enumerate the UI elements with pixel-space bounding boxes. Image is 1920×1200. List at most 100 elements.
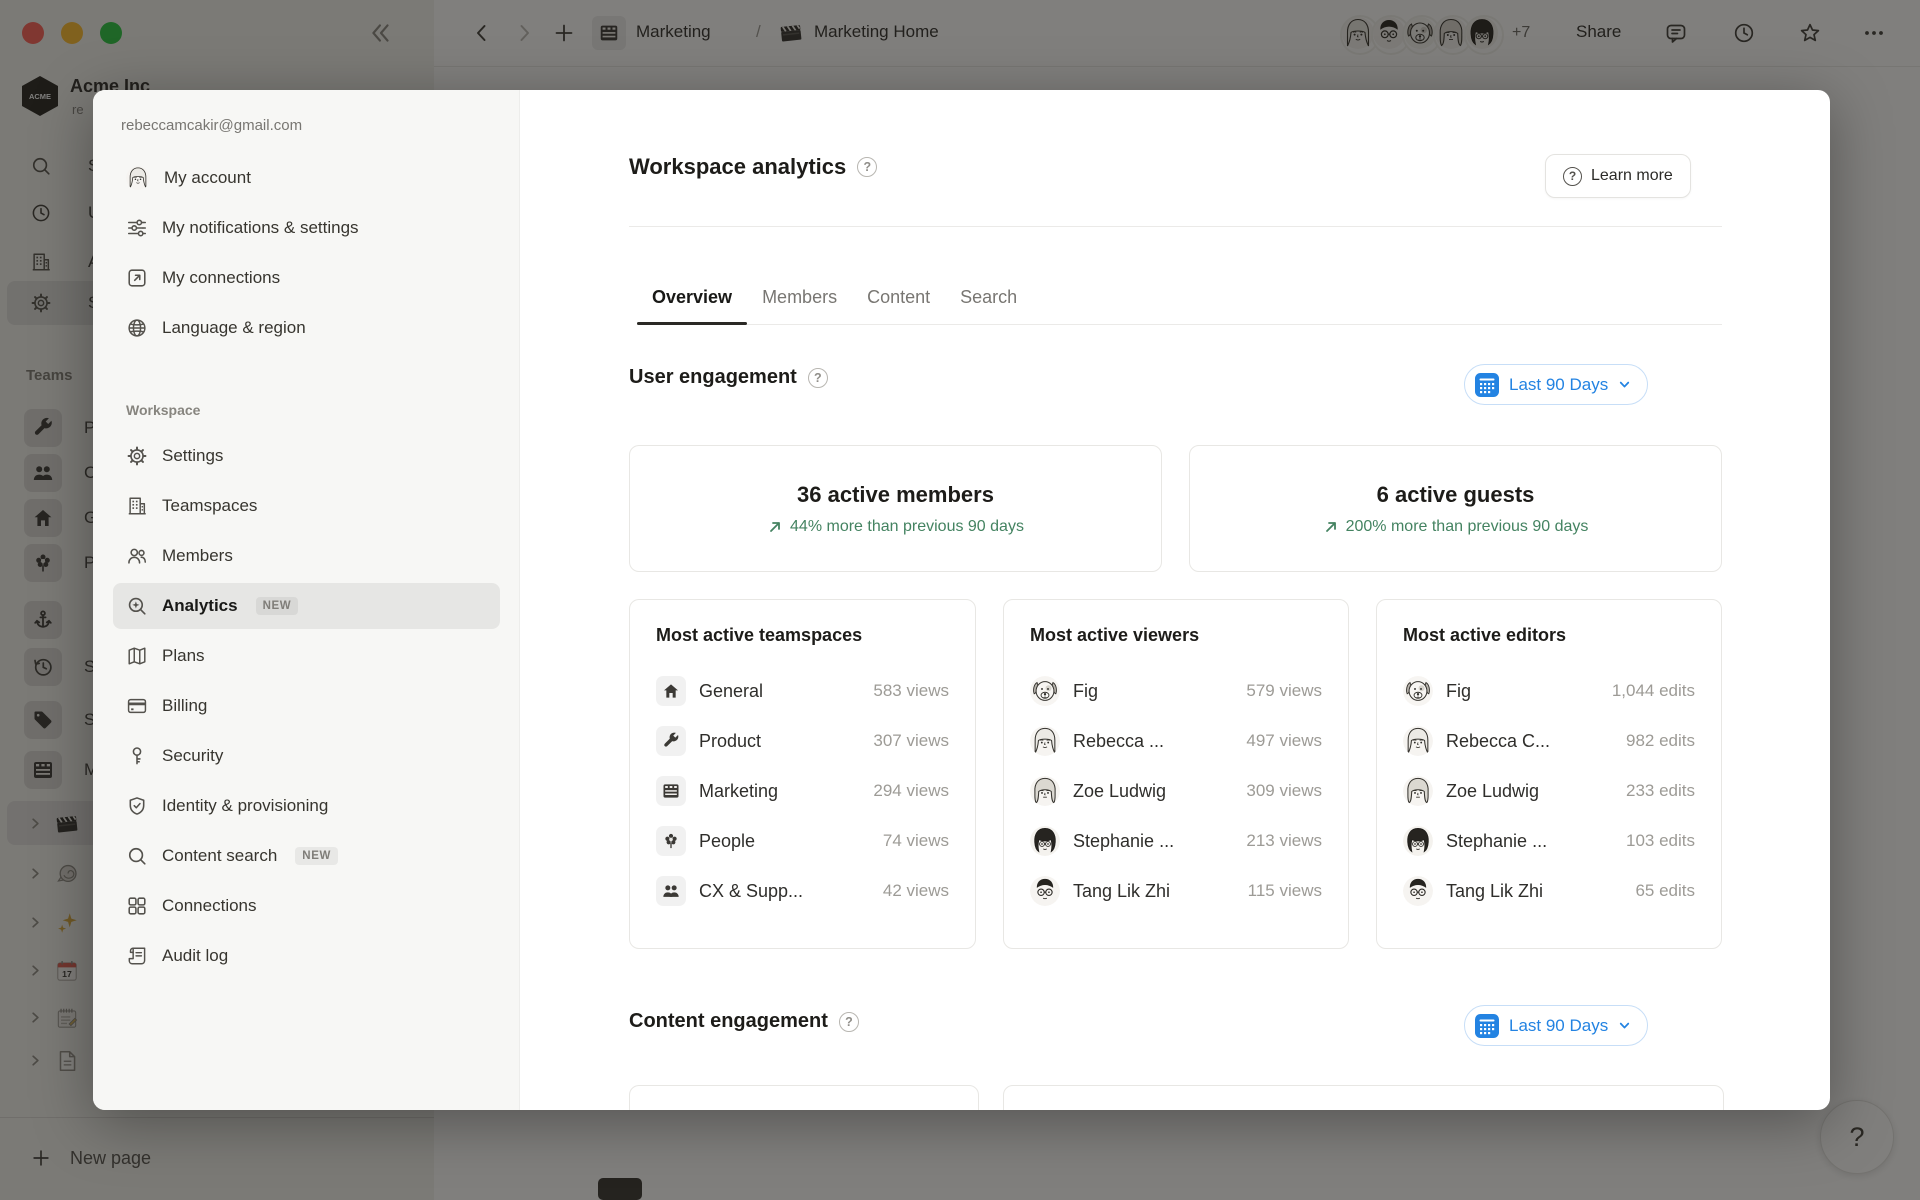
avatar-tang [1030,876,1060,906]
tab-content[interactable]: Content [852,271,945,324]
nav-item-label: Security [162,746,223,766]
row-value: 579 views [1246,681,1322,701]
people-icon [656,876,686,906]
nav-item-label: Settings [162,446,223,466]
chevron-down-icon [1617,377,1632,392]
row-value: 115 views [1248,881,1322,901]
help-circle-icon[interactable] [839,1012,859,1032]
nav-item-label: My connections [162,268,280,288]
nav-item-content-search[interactable]: Content search NEW [113,833,500,879]
nav-item-label: My account [164,168,251,188]
row-name: Zoe Ludwig [1446,781,1613,802]
tab-overview[interactable]: Overview [637,271,747,324]
tab-members[interactable]: Members [747,271,852,324]
row-value: 233 edits [1626,781,1695,801]
row-value: 103 edits [1626,831,1695,851]
nav-item-label: Members [162,546,233,566]
row-name: Zoe Ludwig [1073,781,1233,802]
people-icon [126,545,148,567]
nav-item-label: Teamspaces [162,496,257,516]
avatar-zoe [1403,776,1433,806]
row-value: 307 views [873,731,949,751]
help-circle-icon[interactable] [808,368,828,388]
active-guests-stat: 6 active guests 200% more than previous … [1189,445,1722,572]
nav-item-analytics[interactable]: Analytics NEW [113,583,500,629]
nav-item-label: My notifications & settings [162,218,359,238]
section-heading-text: User engagement [629,366,797,389]
arrow-up-right-square-icon [126,267,148,289]
building-icon [126,495,148,517]
key-icon [126,745,148,767]
tab-search[interactable]: Search [945,271,1032,324]
nav-item-connections[interactable]: Connections [113,883,500,929]
chevron-down-icon [1617,1018,1632,1033]
nav-item-my-account[interactable]: My account [113,155,500,201]
globe-icon [126,317,148,339]
nav-item-audit-log[interactable]: Audit log [113,933,500,979]
help-circle-icon[interactable] [857,157,877,177]
stat-delta: 200% more than previous 90 days [1346,518,1589,536]
row-value: 294 views [873,781,949,801]
list-item[interactable]: General 583 views [656,666,949,716]
row-name: General [699,681,860,702]
nav-item-members[interactable]: Members [113,533,500,579]
grid-icon [126,895,148,917]
new-badge: NEW [295,847,338,865]
map-icon [126,645,148,667]
scroll-icon [126,945,148,967]
nav-item-teamspaces[interactable]: Teamspaces [113,483,500,529]
list-item[interactable]: CX & Supp... 42 views [656,866,949,916]
list-item[interactable]: People 74 views [656,816,949,866]
list-item[interactable]: Zoe Ludwig 233 edits [1403,766,1695,816]
row-name: Stephanie ... [1073,831,1233,852]
page-title-text: Workspace analytics [629,154,846,180]
new-badge: NEW [256,597,299,615]
row-name: Stephanie ... [1446,831,1613,852]
list-item[interactable]: Zoe Ludwig 309 views [1030,766,1322,816]
nav-item-language-region[interactable]: Language & region [113,305,500,351]
nav-item-security[interactable]: Security [113,733,500,779]
nav-item-label: Plans [162,646,205,666]
question-circle-icon [1563,167,1582,186]
list-item[interactable]: Stephanie ... 213 views [1030,816,1322,866]
user-engagement-date-range[interactable]: Last 90 Days [1464,364,1648,405]
row-name: People [699,831,870,852]
nav-item-settings[interactable]: Settings [113,433,500,479]
nav-item-identity-provisioning[interactable]: Identity & provisioning [113,783,500,829]
list-item[interactable]: Fig 579 views [1030,666,1322,716]
home-icon [656,676,686,706]
row-value: 982 edits [1626,731,1695,751]
list-item[interactable]: Tang Lik Zhi 65 edits [1403,866,1695,916]
row-value: 583 views [873,681,949,701]
list-item[interactable]: Marketing 294 views [656,766,949,816]
list-item[interactable]: Fig 1,044 edits [1403,666,1695,716]
list-item[interactable]: Stephanie ... 103 edits [1403,816,1695,866]
analytics-tabs: Overview Members Content Search [637,271,1722,325]
learn-more-button[interactable]: Learn more [1545,154,1691,198]
avatar-tang [1403,876,1433,906]
nav-item-plans[interactable]: Plans [113,633,500,679]
title-divider [629,226,1722,227]
search-icon [126,845,148,867]
row-name: Tang Lik Zhi [1073,881,1235,902]
clapperboard-icon [656,776,686,806]
card-title: Most active viewers [1030,625,1322,646]
content-engagement-date-range[interactable]: Last 90 Days [1464,1005,1648,1046]
list-item[interactable]: Tang Lik Zhi 115 views [1030,866,1322,916]
account-avatar [126,166,150,190]
flower-icon [656,826,686,856]
nav-item-notifications[interactable]: My notifications & settings [113,205,500,251]
shield-check-icon [126,795,148,817]
list-item[interactable]: Rebecca ... 497 views [1030,716,1322,766]
nav-item-my-connections[interactable]: My connections [113,255,500,301]
row-value: 309 views [1246,781,1322,801]
nav-item-billing[interactable]: Billing [113,683,500,729]
row-name: Fig [1073,681,1233,702]
most-active-viewers-card: Most active viewers Fig 579 views Rebecc… [1003,599,1349,949]
settings-modal: rebeccamcakir@gmail.com My account My no… [93,90,1830,1110]
list-item[interactable]: Rebecca C... 982 edits [1403,716,1695,766]
list-item[interactable]: Product 307 views [656,716,949,766]
page-title: Workspace analytics [629,154,877,180]
row-value: 74 views [883,831,949,851]
stat-value: 6 active guests [1377,482,1535,508]
